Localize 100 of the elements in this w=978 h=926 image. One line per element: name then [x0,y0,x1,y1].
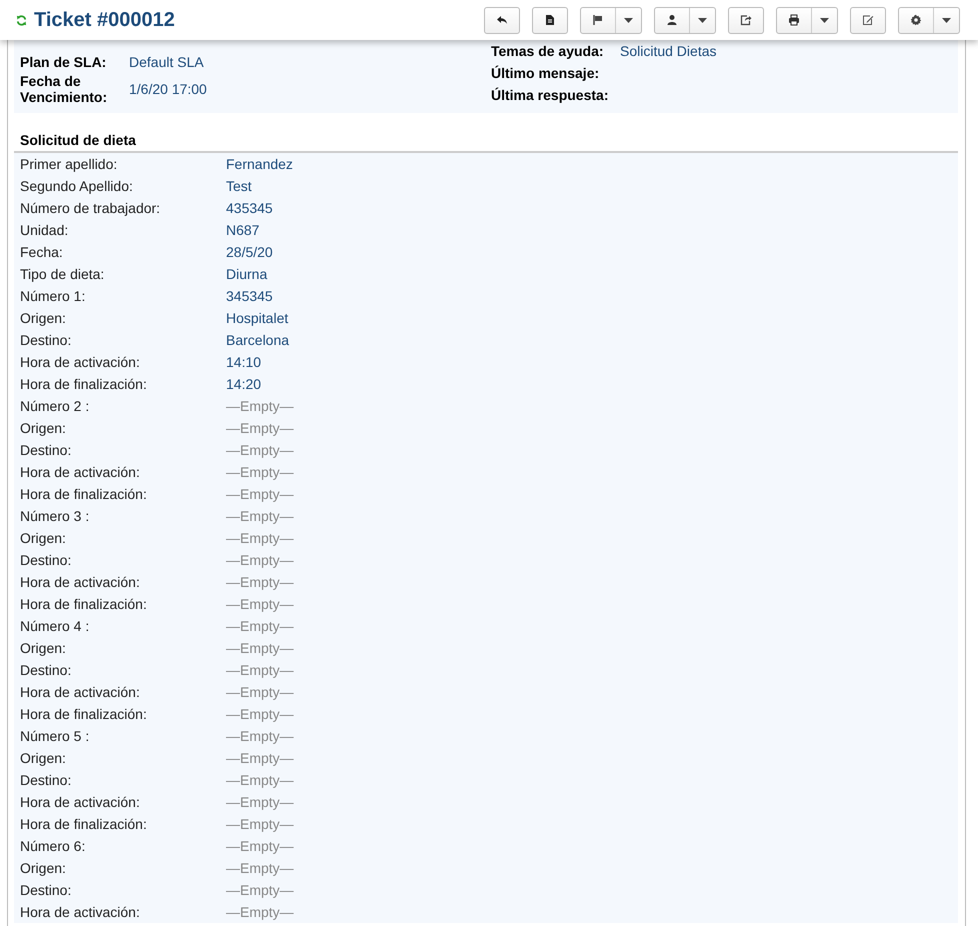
gear-icon [910,14,922,26]
field-value: Barcelona [226,332,290,348]
flag-button[interactable] [580,6,642,34]
field-value: —Empty— [226,574,294,590]
field-value: —Empty— [226,398,294,414]
field-value: —Empty— [226,486,294,502]
field-label: Plan de SLA: [20,54,108,70]
field-label: Hora de finalización: [20,376,148,392]
field-label: Origen: [20,310,67,326]
share-icon [740,14,752,26]
field-label: Hora de finalización: [20,596,148,612]
field-value: N687 [226,222,260,238]
field-value: —Empty— [226,860,294,876]
refresh-icon[interactable] [16,14,27,26]
document-icon [544,14,556,26]
printer-icon [788,14,800,26]
field-value: —Empty— [226,706,294,722]
caret-icon [698,18,707,22]
reply-icon [496,14,508,26]
field-label: Segundo Apellido: [20,178,134,194]
field-label: Destino: [20,442,72,458]
field-value: Default SLA [129,52,204,72]
field-value: Solicitud Dietas [620,42,716,60]
field-value: —Empty— [226,728,294,744]
field-label: Origen: [20,420,67,436]
field-value: —Empty— [226,530,294,546]
field-label: Destino: [20,882,72,898]
caret-icon [820,18,829,22]
field-value: 345345 [226,288,273,304]
field-value: 435345 [226,200,273,216]
field-label: Origen: [20,860,67,876]
field-label: Destino: [20,772,72,788]
field-label: Número 3 : [20,508,90,524]
field-label: Hora de finalización: [20,816,148,832]
field-label: Fecha de Vencimiento: [20,73,108,105]
field-value: Hospitalet [226,310,288,326]
field-value: —Empty— [226,794,294,810]
field-value: Test [226,178,252,194]
field-label: Número 4 : [20,618,90,634]
document-button[interactable] [532,6,568,34]
field-label: Número 2 : [20,398,90,414]
field-value: —Empty— [226,508,294,524]
field-value: —Empty— [226,882,294,898]
user-button[interactable] [654,6,716,34]
field-label: Unidad: [20,222,70,238]
field-label: Tipo de dieta: [20,266,106,282]
user-icon [666,14,678,26]
printer-button[interactable] [776,6,838,34]
field-value: —Empty— [226,464,294,480]
field-value: —Empty— [226,772,294,788]
field-label: Última respuesta: [491,86,610,105]
field-value: —Empty— [226,596,294,612]
field-value: —Empty— [226,904,294,920]
field-label: Número de trabajador: [20,200,162,216]
reply-button[interactable] [484,6,520,34]
field-label: Hora de activación: [20,354,141,370]
caret-icon [942,18,951,22]
field-value: —Empty— [226,838,294,854]
gear-button[interactable] [898,6,960,34]
field-value: —Empty— [226,684,294,700]
field-value: 28/5/20 [226,244,273,260]
field-label: Hora de finalización: [20,486,148,502]
ticket-title: Ticket #000012 [34,10,175,30]
field-label: Número 1: [20,288,86,304]
field-label: Temas de ayuda: [491,42,605,61]
caret-icon [624,18,633,22]
field-value: —Empty— [226,750,294,766]
field-label: Hora de activación: [20,684,141,700]
field-value: —Empty— [226,442,294,458]
field-value: —Empty— [226,816,294,832]
field-value: —Empty— [226,552,294,568]
field-value: —Empty— [226,420,294,436]
field-value: —Empty— [226,640,294,656]
field-label: Origen: [20,640,67,656]
field-value: —Empty— [226,662,294,678]
field-label: Hora de activación: [20,794,141,810]
field-label: Fecha: [20,244,64,260]
flag-icon [592,14,604,26]
field-value: 14:20 [226,376,262,392]
field-label: Hora de finalización: [20,706,148,722]
field-label: Origen: [20,750,67,766]
field-label: Destino: [20,552,72,568]
field-value: 14:10 [226,354,262,370]
field-label: Primer apellido: [20,156,118,172]
share-button[interactable] [728,6,764,34]
edit-icon [862,14,874,26]
field-label: Hora de activación: [20,574,141,590]
field-label: Hora de activación: [20,904,141,920]
field-value: —Empty— [226,618,294,634]
field-label: Origen: [20,530,67,546]
field-value: Diurna [226,266,268,282]
field-value: Fernandez [226,156,293,172]
field-label: Número 5 : [20,728,90,744]
edit-button[interactable] [850,6,886,34]
field-label: Último mensaje: [491,64,600,83]
field-label: Destino: [20,662,72,678]
field-value: 1/6/20 17:00 [129,80,207,98]
field-label: Número 6: [20,838,86,854]
field-label: Hora de activación: [20,464,141,480]
field-label: Destino: [20,332,72,348]
